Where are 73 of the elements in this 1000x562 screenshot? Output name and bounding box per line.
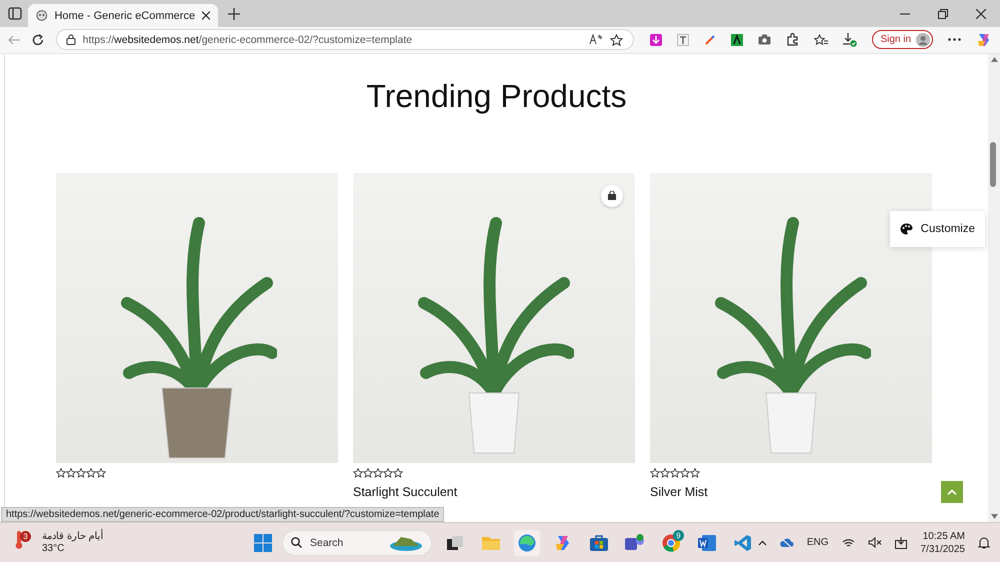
star-icon [96,468,106,478]
letter-extension-icon[interactable] [731,34,744,46]
palette-icon [900,222,913,235]
more-icon[interactable] [948,38,962,42]
extensions-icon[interactable] [786,33,800,46]
code-editor-icon[interactable] [734,534,752,552]
chevron-up-icon [947,488,957,495]
notification-bell-icon[interactable] [978,536,990,550]
downloads-icon[interactable] [843,32,858,47]
star-icon [660,468,670,478]
star-icon [670,468,680,478]
scrollbar-thumb[interactable] [990,142,996,187]
scroll-to-top-button[interactable] [941,480,963,503]
cloud-icon[interactable] [780,538,794,548]
text-extension-icon[interactable] [677,34,690,46]
address-bar[interactable]: https://websitedemos.net/generic-ecommerce-02/?customize=template [56,29,634,50]
star-icon [76,468,86,478]
scroll-down-arrow-icon[interactable] [990,514,998,520]
product-name[interactable]: Silver Mist [650,484,708,499]
edge-browser-icon[interactable] [518,534,536,552]
clock[interactable]: 10:25 AM 7/31/2025 [920,530,965,556]
word-icon[interactable] [698,534,716,551]
input-language[interactable]: ENG [806,537,828,548]
search-icon [291,537,302,548]
color-picker-icon[interactable] [704,34,716,46]
windows-start-icon[interactable] [254,534,272,552]
star-icon [373,468,383,478]
product-name[interactable]: Starlight Succulent [353,484,458,499]
favorite-star-icon[interactable] [610,34,624,46]
star-icon [650,468,660,478]
sign-in-button[interactable]: Sign in [872,30,934,50]
star-icon [86,468,96,478]
customize-button[interactable]: Customize [890,210,985,247]
star-icon [690,468,700,478]
close-tab-icon[interactable] [202,11,210,20]
taskbar-search[interactable]: Search [282,530,432,556]
star-icon [680,468,690,478]
camera-icon[interactable] [758,34,772,46]
close-icon[interactable] [976,8,986,18]
restore-icon[interactable] [938,8,948,18]
notification-badge: 3 [20,530,31,542]
copilot-app-icon[interactable] [554,534,572,552]
wifi-icon[interactable] [842,538,854,548]
weather-text: أيام حارة قادمة [42,530,104,543]
favorites-icon[interactable] [814,34,828,46]
task-view-icon[interactable] [447,536,463,550]
shopping-bag-icon [607,191,617,200]
plant-photo[interactable] [353,172,635,463]
link-status-url: https://websitedemos.net/generic-ecommerce-02/product/starlight-succulent/?customize=template [1,507,444,522]
site-icon [36,9,48,22]
scroll-up-arrow-icon[interactable] [990,56,998,62]
read-aloud-icon[interactable] [589,34,604,46]
chevron-up-icon[interactable] [758,540,767,546]
star-icon [66,468,76,478]
star-icon [56,468,66,478]
section-heading: Trending Products [366,78,627,116]
lock-icon [66,34,76,46]
star-icon [353,468,363,478]
plant-photo[interactable] [56,172,338,463]
address-url: https://websitedemos.net/generic-ecommerce-02/?customize=template [82,34,414,46]
tab-actions-icon[interactable] [8,7,22,20]
store-icon[interactable] [590,534,608,552]
star-icon [363,468,373,478]
star-icon [383,468,393,478]
avatar-icon [916,32,930,47]
volume-muted-icon[interactable] [868,537,882,548]
browser-tab[interactable]: Home - Generic eCommerce [28,4,218,27]
download-extension-icon[interactable] [650,34,662,46]
refresh-icon[interactable] [32,34,44,46]
star-icon [393,468,403,478]
teams-icon[interactable] [625,534,645,552]
temperature: 33°C [42,542,66,555]
new-tab-icon[interactable] [228,8,240,20]
